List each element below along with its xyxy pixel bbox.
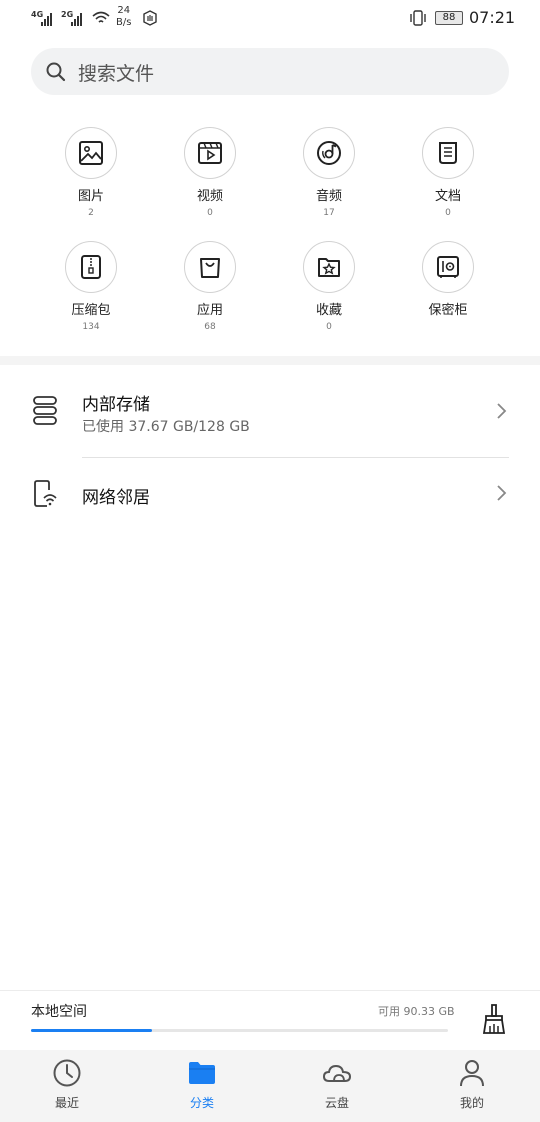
network-neighborhood-row[interactable] bbox=[0, 460, 540, 526]
category-images[interactable]: 图片 2 bbox=[41, 127, 141, 219]
category-safe[interactable]: 保密柜 bbox=[398, 241, 498, 319]
category-archives[interactable]: 压缩包 134 bbox=[41, 241, 141, 333]
user-icon bbox=[460, 1060, 484, 1087]
vibrate-icon bbox=[410, 10, 426, 26]
search-icon bbox=[46, 62, 66, 82]
zip-icon bbox=[65, 241, 117, 293]
category-videos[interactable]: 视频 0 bbox=[160, 127, 260, 219]
clock: 07:21 bbox=[469, 8, 516, 27]
safe-icon bbox=[422, 241, 474, 293]
category-audio[interactable]: 音频 17 bbox=[279, 127, 379, 219]
local-space-available: 可用 90.33 GB bbox=[378, 1005, 455, 1018]
image-icon bbox=[65, 127, 117, 179]
local-space-divider bbox=[0, 990, 540, 991]
status-bar: 4G 2G 24 B/s 88 07:21 bbox=[0, 0, 540, 36]
network-device-icon bbox=[34, 480, 57, 507]
hand-shield-icon bbox=[143, 10, 157, 26]
clock-icon bbox=[53, 1059, 81, 1087]
video-icon bbox=[184, 127, 236, 179]
nav-mine[interactable]: 我的 bbox=[422, 1058, 522, 1111]
local-space-label: 本地空间 bbox=[31, 1004, 87, 1020]
list-divider bbox=[82, 457, 509, 458]
audio-icon bbox=[303, 127, 355, 179]
search-placeholder: 搜索文件 bbox=[78, 63, 155, 85]
category-documents[interactable]: 文档 0 bbox=[398, 127, 498, 219]
internal-storage-row[interactable] bbox=[0, 375, 540, 455]
category-favorites[interactable]: 收藏 0 bbox=[279, 241, 379, 333]
section-divider bbox=[0, 356, 540, 365]
signal-bars-2-icon bbox=[71, 12, 82, 26]
local-space-progress-fill bbox=[31, 1029, 152, 1032]
storage-icon bbox=[33, 396, 57, 425]
app-bag-icon bbox=[184, 241, 236, 293]
battery-indicator: 88 bbox=[435, 11, 463, 25]
favorite-folder-icon bbox=[303, 241, 355, 293]
wifi-icon bbox=[92, 11, 110, 23]
document-icon bbox=[422, 127, 474, 179]
chevron-right-icon bbox=[497, 485, 507, 501]
category-apps[interactable]: 应用 68 bbox=[160, 241, 260, 333]
internal-storage-title: 内部存储 bbox=[82, 395, 150, 415]
network-neighborhood-title: 网络邻居 bbox=[82, 488, 150, 508]
nav-category[interactable]: 分类 bbox=[152, 1058, 252, 1111]
clean-broom-icon[interactable] bbox=[480, 1002, 508, 1036]
local-space-progress bbox=[31, 1029, 448, 1032]
nav-cloud[interactable]: 云盘 bbox=[287, 1058, 387, 1111]
folder-icon bbox=[189, 1062, 215, 1084]
net-speed: 24 B/s bbox=[116, 5, 132, 28]
nav-recent[interactable]: 最近 bbox=[17, 1058, 117, 1111]
chevron-right-icon bbox=[497, 403, 507, 419]
internal-storage-usage: 已使用 37.67 GB/128 GB bbox=[82, 419, 250, 435]
signal-bars-1-icon bbox=[41, 12, 52, 26]
cloud-icon bbox=[322, 1064, 352, 1082]
